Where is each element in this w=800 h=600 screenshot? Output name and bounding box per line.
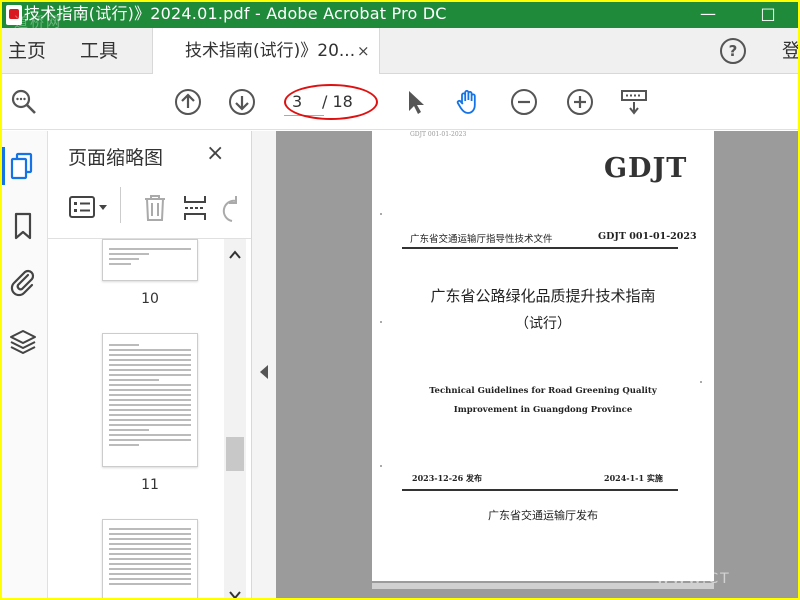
minimize-button[interactable]: —	[688, 2, 728, 28]
document-title-en: Technical Guidelines for Road Greening Q…	[372, 382, 714, 420]
toolbar: 3 / 18	[2, 74, 798, 130]
thumbnail-scrollbar[interactable]	[224, 239, 246, 598]
scrollbar-thumb[interactable]	[226, 437, 244, 471]
toolbar-divider	[120, 187, 121, 223]
window-title: 技术指南(试行)》2024.01.pdf - Adobe Acrobat Pro…	[24, 4, 447, 23]
title-bar: 技术指南(试行)》2024.01.pdf - Adobe Acrobat Pro…	[2, 2, 798, 31]
document-title-en-line2: Improvement in Guangdong Province	[453, 405, 633, 415]
thumbnail-page-number: 10	[141, 291, 159, 307]
publisher-line: 广东省交通运输厅发布	[488, 509, 598, 522]
help-button[interactable]: ?	[720, 38, 746, 64]
extract-page-icon[interactable]	[182, 193, 208, 227]
standard-code-line: GDJT 001-01-2023	[598, 231, 697, 242]
page-speck	[700, 381, 702, 383]
select-cursor-icon[interactable]	[402, 88, 430, 116]
menu-tab-bar: 主页 工具 技术指南(试行)》20... × ? 登	[2, 28, 798, 75]
page-speck	[380, 321, 382, 323]
thumbnail-panel: 页面缩略图 × 10 11	[48, 131, 252, 598]
document-tab[interactable]: 技术指南(试行)》20... ×	[152, 28, 380, 75]
footer-rule	[402, 489, 678, 491]
layers-icon[interactable]	[8, 327, 38, 357]
header-rule	[402, 247, 678, 249]
thumbnail-page[interactable]	[102, 239, 198, 281]
page-thumbnails-icon[interactable]	[8, 151, 38, 181]
pdf-page: GDJT 001-01-2023 GDJT 广东省交通运输厅指导性技术文件 GD…	[372, 131, 714, 581]
navigation-rail	[2, 131, 48, 598]
document-tab-label: 技术指南(试行)》20...	[185, 41, 356, 61]
attachment-icon[interactable]	[8, 267, 38, 297]
scroll-up-icon[interactable]	[229, 245, 241, 264]
publish-date: 2023-12-26 发布	[412, 473, 482, 483]
active-indicator	[2, 147, 5, 185]
zoom-search-icon[interactable]	[10, 88, 38, 116]
standard-code-large: GDJT	[604, 153, 688, 184]
document-tab-close-icon[interactable]: ×	[357, 28, 370, 74]
rotate-page-icon[interactable]	[220, 195, 240, 227]
zoom-out-icon[interactable]	[510, 88, 538, 116]
thumbnail-panel-close-icon[interactable]: ×	[206, 141, 224, 166]
thumbnail-page-number: 11	[141, 477, 159, 493]
sign-in-link[interactable]: 登	[782, 28, 798, 74]
document-title-cn: 广东省公路绿化品质提升技术指南	[430, 287, 656, 305]
panel-collapse-strip[interactable]	[252, 131, 276, 598]
maximize-button[interactable]: □	[748, 2, 788, 28]
corner-watermark: WWW.CT	[656, 571, 731, 587]
document-title-en-line1: Technical Guidelines for Road Greening Q…	[429, 386, 657, 396]
thumbnail-panel-title: 页面缩略图	[68, 147, 164, 169]
thumbnail-page[interactable]	[102, 333, 198, 467]
issuer-line: 广东省交通运输厅指导性技术文件	[410, 234, 553, 245]
hand-tool-icon[interactable]	[454, 88, 482, 116]
thumbnail-options-icon[interactable]	[68, 195, 112, 225]
zoom-in-icon[interactable]	[566, 88, 594, 116]
thumbnail-tools	[48, 181, 251, 239]
page-up-icon[interactable]	[174, 88, 202, 116]
document-viewer[interactable]: GDJT 001-01-2023 GDJT 广东省交通运输厅指导性技术文件 GD…	[276, 131, 798, 598]
tools-tab[interactable]: 工具	[80, 28, 118, 74]
thumbnail-page[interactable]	[102, 519, 198, 598]
red-highlight-ellipse	[284, 84, 378, 120]
acrobat-window: 技术指南(试行)》2024.01.pdf - Adobe Acrobat Pro…	[2, 2, 798, 598]
scroll-down-icon[interactable]	[229, 585, 241, 598]
bookmark-icon[interactable]	[8, 211, 38, 241]
home-tab[interactable]: 主页	[8, 28, 46, 74]
delete-page-icon[interactable]	[142, 193, 168, 227]
document-subtitle-cn: （试行）	[515, 316, 571, 332]
page-speck	[380, 213, 382, 215]
implement-date: 2024-1-1 实施	[604, 473, 663, 483]
page-down-icon[interactable]	[228, 88, 256, 116]
page-header-tag: GDJT 001-01-2023	[410, 131, 467, 138]
page-speck	[380, 465, 382, 467]
collapse-arrow-icon[interactable]	[260, 365, 268, 379]
fit-page-icon[interactable]	[620, 88, 648, 116]
